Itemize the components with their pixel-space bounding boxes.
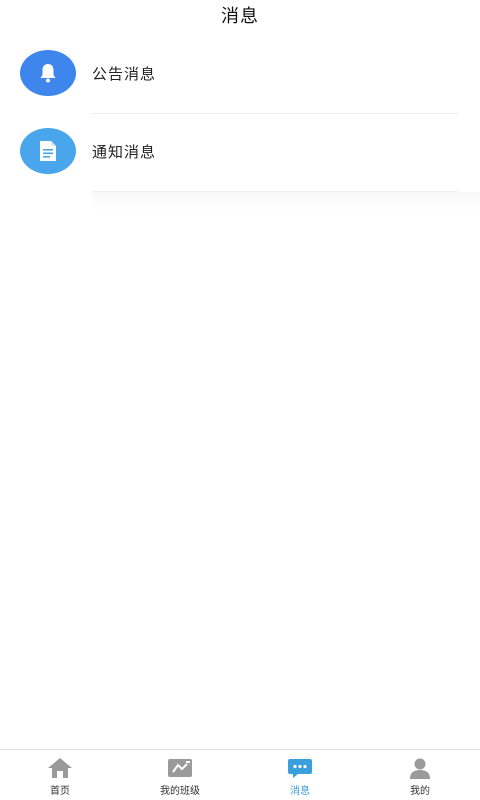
tab-my-class[interactable]: 我的班级: [120, 750, 240, 800]
message-list: 公告消息 通知消息: [0, 36, 480, 192]
list-item-label: 通知消息: [92, 143, 157, 161]
bell-icon: [40, 64, 56, 83]
tab-label: 消息: [290, 786, 310, 797]
notification-avatar: [20, 128, 76, 174]
class-icon: [166, 756, 194, 780]
document-icon: [40, 141, 56, 161]
list-item-announcement[interactable]: 公告消息: [0, 36, 480, 114]
tab-label: 我的班级: [160, 786, 200, 797]
chat-icon: [286, 756, 314, 780]
page-title: 消息: [221, 6, 259, 27]
tab-mine[interactable]: 我的: [360, 750, 480, 800]
messages-page: 消息 公告消息 通知消息 首页 我的班级 消息 我的: [0, 0, 480, 800]
list-shadow: [92, 192, 480, 212]
tab-messages[interactable]: 消息: [240, 750, 360, 800]
announcement-avatar: [20, 50, 76, 96]
header: 消息: [0, 0, 480, 30]
list-item-label: 公告消息: [92, 65, 157, 83]
tab-label: 我的: [410, 786, 430, 797]
user-icon: [406, 756, 434, 780]
list-item-notification[interactable]: 通知消息: [0, 114, 480, 192]
tab-home[interactable]: 首页: [0, 750, 120, 800]
home-icon: [46, 756, 74, 780]
bottom-tab-bar: 首页 我的班级 消息 我的: [0, 749, 480, 800]
tab-label: 首页: [50, 786, 70, 797]
